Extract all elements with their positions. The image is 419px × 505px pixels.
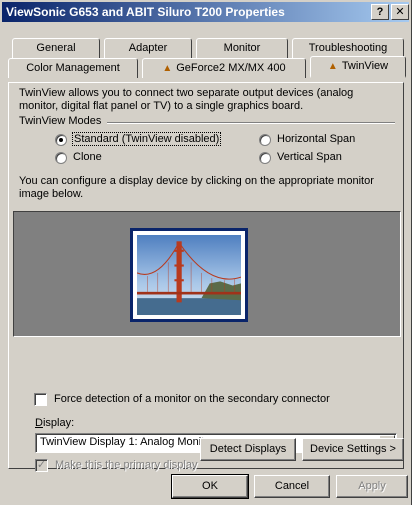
tab-general-label: General (36, 42, 76, 54)
tab-adapter-label: Adapter (128, 42, 168, 54)
force-detection-label[interactable]: Force detection of a monitor on the seco… (54, 393, 330, 405)
ok-button[interactable]: OK (171, 474, 249, 499)
display-select-value: TwinView Display 1: Analog Monitor (40, 436, 215, 448)
radio-standard[interactable] (55, 134, 67, 146)
tab-monitor-label: Monitor (223, 42, 261, 54)
tab-adapter[interactable]: Adapter (104, 38, 192, 58)
primary-display-checkbox[interactable]: ✓ (35, 459, 48, 472)
help-button[interactable]: ? (371, 4, 389, 20)
label-standard[interactable]: Standard (TwinView disabled) (71, 132, 222, 146)
radio-vertical-span[interactable] (259, 152, 271, 164)
twinview-panel: ​ TwinView allows you to connect two sep… (8, 82, 404, 472)
radio-horizontal-span[interactable] (259, 134, 271, 146)
tab-color-management[interactable]: Color Management (8, 58, 138, 78)
detect-displays-button[interactable]: Detect Displays (200, 438, 296, 461)
title-bar[interactable]: ViewSonic G653 and ABIT Siluro T200 Prop… (2, 2, 409, 22)
radio-clone[interactable] (55, 152, 67, 164)
label-horizontal-span[interactable]: Horizontal Span (277, 133, 355, 145)
monitor-preview-area (13, 211, 401, 337)
force-detection-checkbox[interactable] (34, 393, 47, 406)
tab-geforce[interactable]: ▲ GeForce2 MX/MX 400 (142, 58, 306, 78)
label-clone[interactable]: Clone (73, 151, 102, 163)
tab-twinview[interactable]: ▲ TwinView (310, 56, 406, 78)
apply-button[interactable]: Apply (336, 475, 408, 498)
configure-instruction-text: You can configure a display device by cl… (19, 175, 374, 200)
tab-general[interactable]: General (12, 38, 100, 58)
monitor-image-display-1[interactable] (130, 228, 248, 322)
nvidia-icon: ▲ (327, 61, 338, 72)
title-buttons: ? ✕ (371, 2, 409, 22)
nvidia-icon: ▲ (162, 63, 173, 74)
tab-troubleshooting[interactable]: Troubleshooting (292, 38, 404, 58)
tab-twinview-label: TwinView (341, 60, 389, 72)
label-vertical-span[interactable]: Vertical Span (277, 151, 342, 163)
display-label: Display: (35, 417, 75, 429)
tab-geforce-label: GeForce2 MX/MX 400 (176, 62, 286, 74)
tab-monitor[interactable]: Monitor (196, 38, 288, 58)
golden-gate-wallpaper-image (137, 235, 241, 315)
close-button[interactable]: ✕ (391, 4, 409, 20)
tab-color-management-label: Color Management (26, 62, 120, 74)
primary-display-label: Make this the primary display (55, 459, 198, 471)
cancel-button[interactable]: Cancel (254, 475, 330, 498)
device-settings-button[interactable]: Device Settings > (302, 438, 404, 461)
modes-group-divider (107, 122, 395, 124)
window-title: ViewSonic G653 and ABIT Siluro T200 Prop… (6, 5, 285, 19)
twinview-modes-label: TwinView Modes (19, 115, 102, 127)
twinview-intro-text: TwinView allows you to connect two separ… (19, 87, 354, 112)
properties-window: ViewSonic G653 and ABIT Siluro T200 Prop… (0, 0, 412, 505)
tab-troubleshooting-label: Troubleshooting (308, 42, 388, 54)
